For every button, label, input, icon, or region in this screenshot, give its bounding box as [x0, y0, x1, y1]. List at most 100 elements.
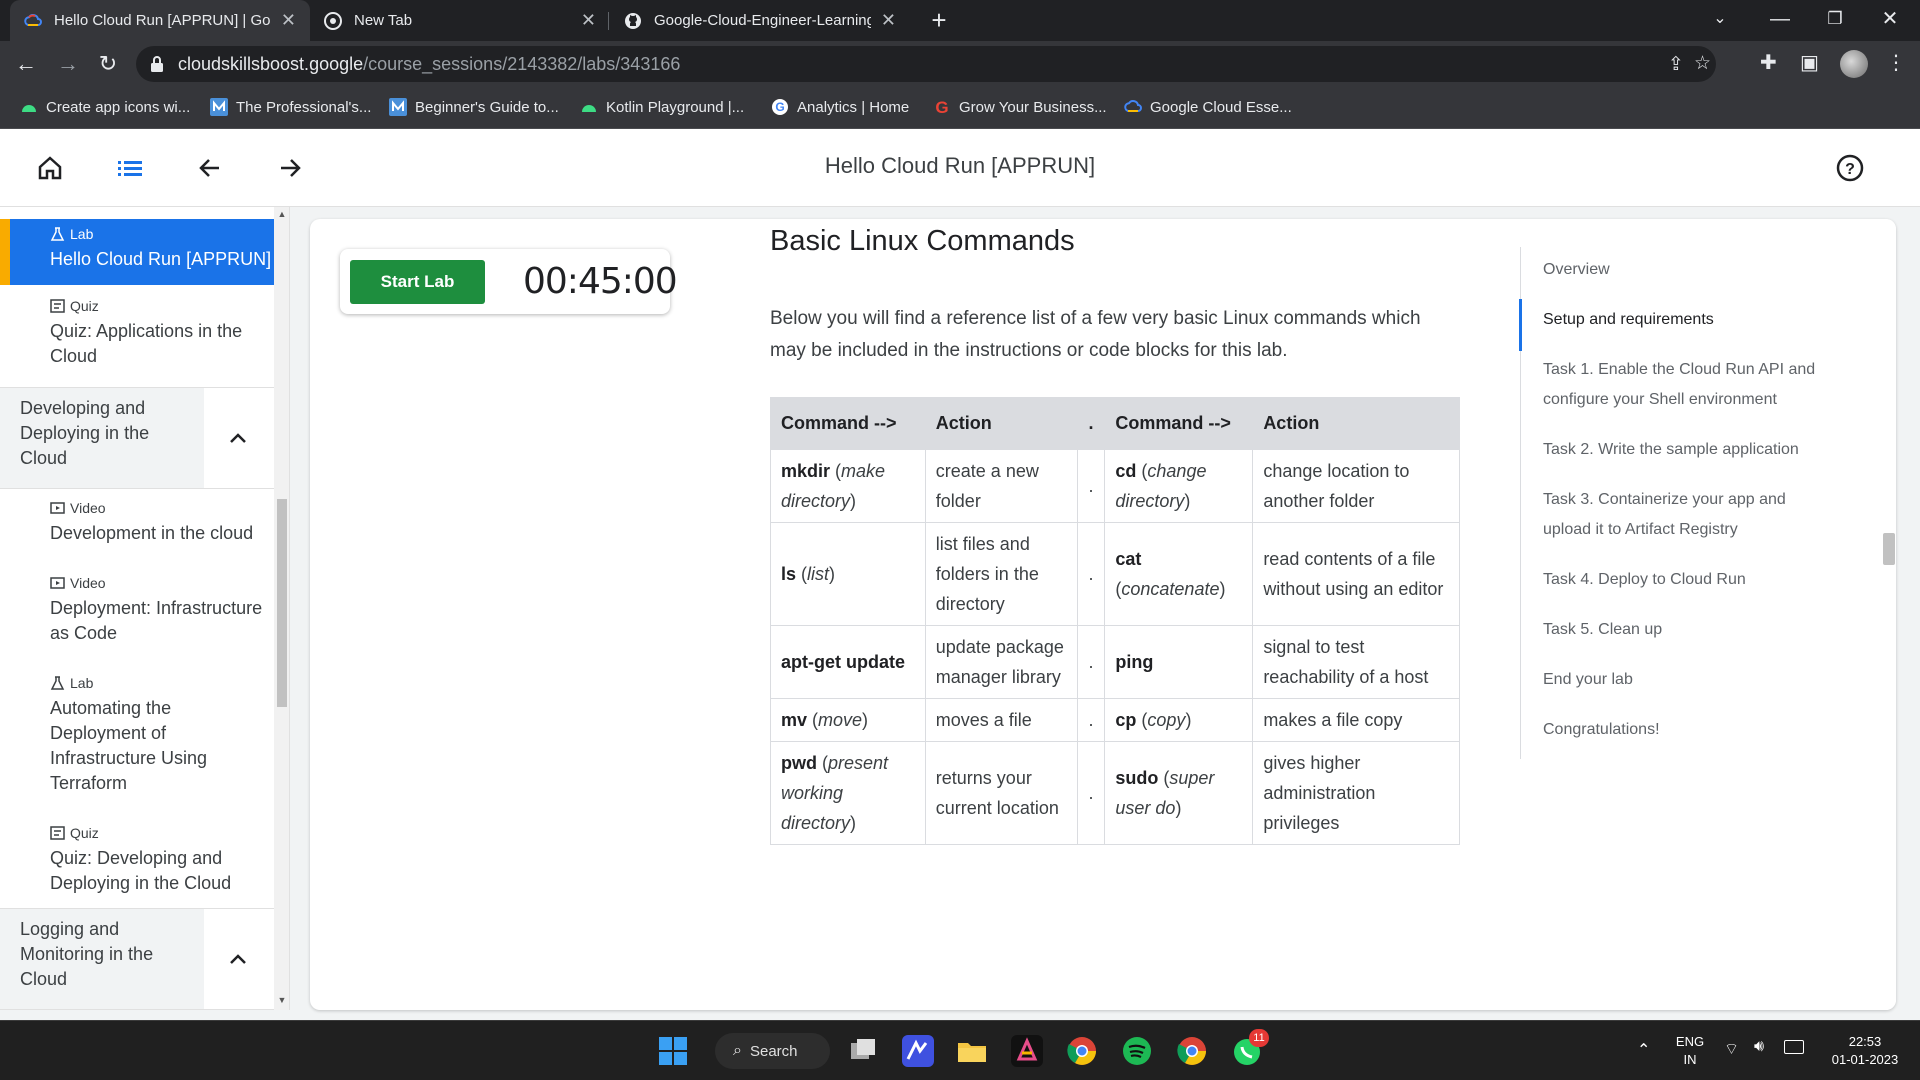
url-input[interactable]: cloudskillsboost.google/course_sessions/… — [136, 46, 1716, 82]
toc-item-task1[interactable]: Task 1. Enable the Cloud Run API and con… — [1521, 355, 1821, 415]
bookmark-item[interactable]: Kotlin Playground |... — [580, 98, 744, 116]
close-window-icon[interactable]: ✕ — [1860, 0, 1920, 41]
reload-icon[interactable]: ↻ — [92, 49, 124, 81]
browser-tab-apprun[interactable]: Hello Cloud Run [APPRUN] | Goo ✕ — [10, 0, 310, 41]
close-tab-icon[interactable]: ✕ — [881, 10, 896, 31]
item-kind: Quiz — [50, 297, 274, 315]
table-row: mv (move) moves a file . cp (copy) makes… — [770, 698, 1460, 742]
volume-icon[interactable]: 🔊︎ — [1754, 1038, 1764, 1056]
sidebar-section-logging[interactable]: Logging and Monitoring in the Cloud — [0, 908, 274, 1010]
command-name: pwd — [781, 753, 817, 773]
sidebar-scrollbar[interactable]: ▲ ▼ — [274, 207, 289, 1010]
url-text: cloudskillsboost.google/course_sessions/… — [178, 54, 680, 75]
close-tab-icon[interactable]: ✕ — [581, 10, 596, 31]
toc-item-end-lab[interactable]: End your lab — [1521, 665, 1821, 695]
item-name: Hello Cloud Run [APPRUN] — [50, 249, 272, 269]
svg-text:?: ? — [1845, 161, 1855, 178]
restore-icon[interactable]: ❐ — [1805, 0, 1865, 41]
chrome-profile-icon[interactable] — [1176, 1035, 1208, 1067]
medium-m-icon — [210, 98, 228, 116]
sidebar-item-quiz-developing[interactable]: Quiz Quiz: Developing and Deploying in t… — [0, 824, 274, 896]
chrome-menu-icon[interactable]: ⋮ — [1886, 50, 1906, 75]
column-header: Command --> — [770, 397, 926, 450]
content-scrollbar[interactable] — [1882, 219, 1896, 1010]
start-lab-button[interactable]: Start Lab — [350, 260, 485, 304]
minimize-icon[interactable]: — — [1750, 0, 1810, 41]
bookmark-item[interactable]: Create app icons wi... — [20, 98, 190, 116]
profile-avatar[interactable] — [1840, 50, 1868, 78]
file-explorer-icon[interactable] — [956, 1035, 988, 1067]
sidebar-item-quiz-applications[interactable]: Quiz Quiz: Applications in the Cloud — [0, 297, 274, 369]
vscode-like-app-icon[interactable] — [902, 1035, 934, 1067]
new-tab-button[interactable]: + — [924, 6, 954, 36]
tab-title: New Tab — [354, 12, 413, 29]
sidebar-item-lab-apprun[interactable]: Lab Hello Cloud Run [APPRUN] — [0, 219, 274, 285]
action-cell: gives higher administration privileges — [1252, 741, 1460, 845]
browser-tab-github[interactable]: Google-Cloud-Engineer-Learning ✕ — [610, 0, 910, 41]
battery-icon[interactable] — [1784, 1040, 1804, 1054]
clock[interactable]: 22:53 01-01-2023 — [1820, 1033, 1910, 1069]
item-name: Quiz: Developing and Deploying in the Cl… — [50, 848, 232, 893]
action-cell: create a new folder — [924, 449, 1078, 523]
toc-item-task3[interactable]: Task 3. Containerize your app and upload… — [1521, 485, 1821, 545]
time-label: 22:53 — [1848, 1034, 1882, 1049]
language-indicator[interactable]: ENG IN — [1672, 1033, 1708, 1069]
bookmark-item[interactable]: Google Cloud Esse... — [1124, 98, 1292, 116]
bookmark-star-icon[interactable]: ☆ — [1694, 52, 1711, 75]
item-kind-label: Lab — [70, 675, 94, 691]
bookmark-item[interactable]: The Professional's... — [210, 98, 371, 116]
spotify-icon[interactable] — [1121, 1035, 1153, 1067]
section-heading: Basic Linux Commands — [770, 225, 1075, 257]
bookmark-item[interactable]: G Analytics | Home — [771, 98, 909, 116]
collapse-section-button[interactable] — [204, 909, 274, 1009]
region-label: IN — [1683, 1052, 1697, 1067]
scrollbar-thumb[interactable] — [277, 499, 287, 707]
scroll-up-icon[interactable]: ▲ — [277, 209, 287, 219]
google-cloud-icon — [1124, 100, 1142, 112]
toc-item-task2[interactable]: Task 2. Write the sample application — [1521, 435, 1821, 465]
task-view-icon[interactable] — [847, 1035, 879, 1067]
toc-item-overview[interactable]: Overview — [1521, 255, 1821, 285]
toc-item-task5[interactable]: Task 5. Clean up — [1521, 615, 1821, 645]
share-icon[interactable]: ⇪ — [1668, 53, 1684, 76]
toc-item-congratulations[interactable]: Congratulations! — [1521, 715, 1821, 745]
android-icon — [582, 105, 596, 112]
windows-start-icon[interactable] — [657, 1035, 689, 1067]
back-icon[interactable]: ← — [10, 49, 42, 81]
lang-label: ENG — [1675, 1034, 1705, 1049]
extensions-icon[interactable]: ✚ — [1760, 50, 1777, 75]
toc-item-setup[interactable]: Setup and requirements — [1519, 299, 1821, 351]
collapse-section-button[interactable] — [204, 388, 274, 488]
help-icon[interactable]: ? — [1835, 153, 1865, 183]
scroll-down-icon[interactable]: ▼ — [277, 995, 287, 1005]
side-panel-icon[interactable]: ▣ — [1800, 50, 1819, 75]
bookmark-label: Grow Your Business... — [959, 98, 1107, 116]
bookmark-item[interactable]: Beginner's Guide to... — [389, 98, 559, 116]
forward-icon[interactable]: → — [52, 49, 84, 81]
command-name: ls — [781, 564, 797, 584]
item-name: Development in the cloud — [50, 523, 254, 543]
tab-search-chevron-icon[interactable]: ⌄ — [1690, 0, 1750, 41]
sidebar-item-video-development[interactable]: Video Development in the cloud — [0, 499, 274, 546]
wifi-icon[interactable]: ⌔ — [1724, 1039, 1739, 1059]
browser-tab-bar: Hello Cloud Run [APPRUN] | Goo ✕ New Tab… — [0, 0, 1920, 41]
separator-cell: . — [1076, 625, 1106, 699]
command-cell: apt-get update — [770, 625, 926, 699]
browser-tab-new[interactable]: New Tab ✕ — [310, 0, 610, 41]
sidebar-section-developing[interactable]: Developing and Deploying in the Cloud — [0, 387, 274, 489]
sidebar-item-video-deployment[interactable]: Video Deployment: Infrastructure as Code — [0, 574, 274, 646]
sidebar-item-lab-terraform[interactable]: Lab Automating the Deployment of Infrast… — [0, 674, 274, 796]
affinity-app-icon[interactable] — [1011, 1035, 1043, 1067]
chrome-icon — [324, 11, 342, 30]
taskbar-search-button[interactable]: ⌕ Search — [715, 1033, 830, 1069]
scrollbar-thumb[interactable] — [1883, 533, 1895, 565]
chevron-up-icon[interactable]: ⌃ — [1637, 1040, 1650, 1060]
item-name: Automating the Deployment of Infrastruct… — [50, 698, 208, 793]
chrome-icon[interactable] — [1066, 1035, 1098, 1067]
command-cell: cat (concatenate) — [1104, 522, 1254, 626]
bookmark-item[interactable]: G Grow Your Business... — [933, 98, 1107, 116]
chevron-up-icon — [230, 433, 246, 443]
toc-item-task4[interactable]: Task 4. Deploy to Cloud Run — [1521, 565, 1821, 595]
column-header: Action — [1252, 397, 1460, 450]
close-tab-icon[interactable]: ✕ — [281, 10, 296, 31]
